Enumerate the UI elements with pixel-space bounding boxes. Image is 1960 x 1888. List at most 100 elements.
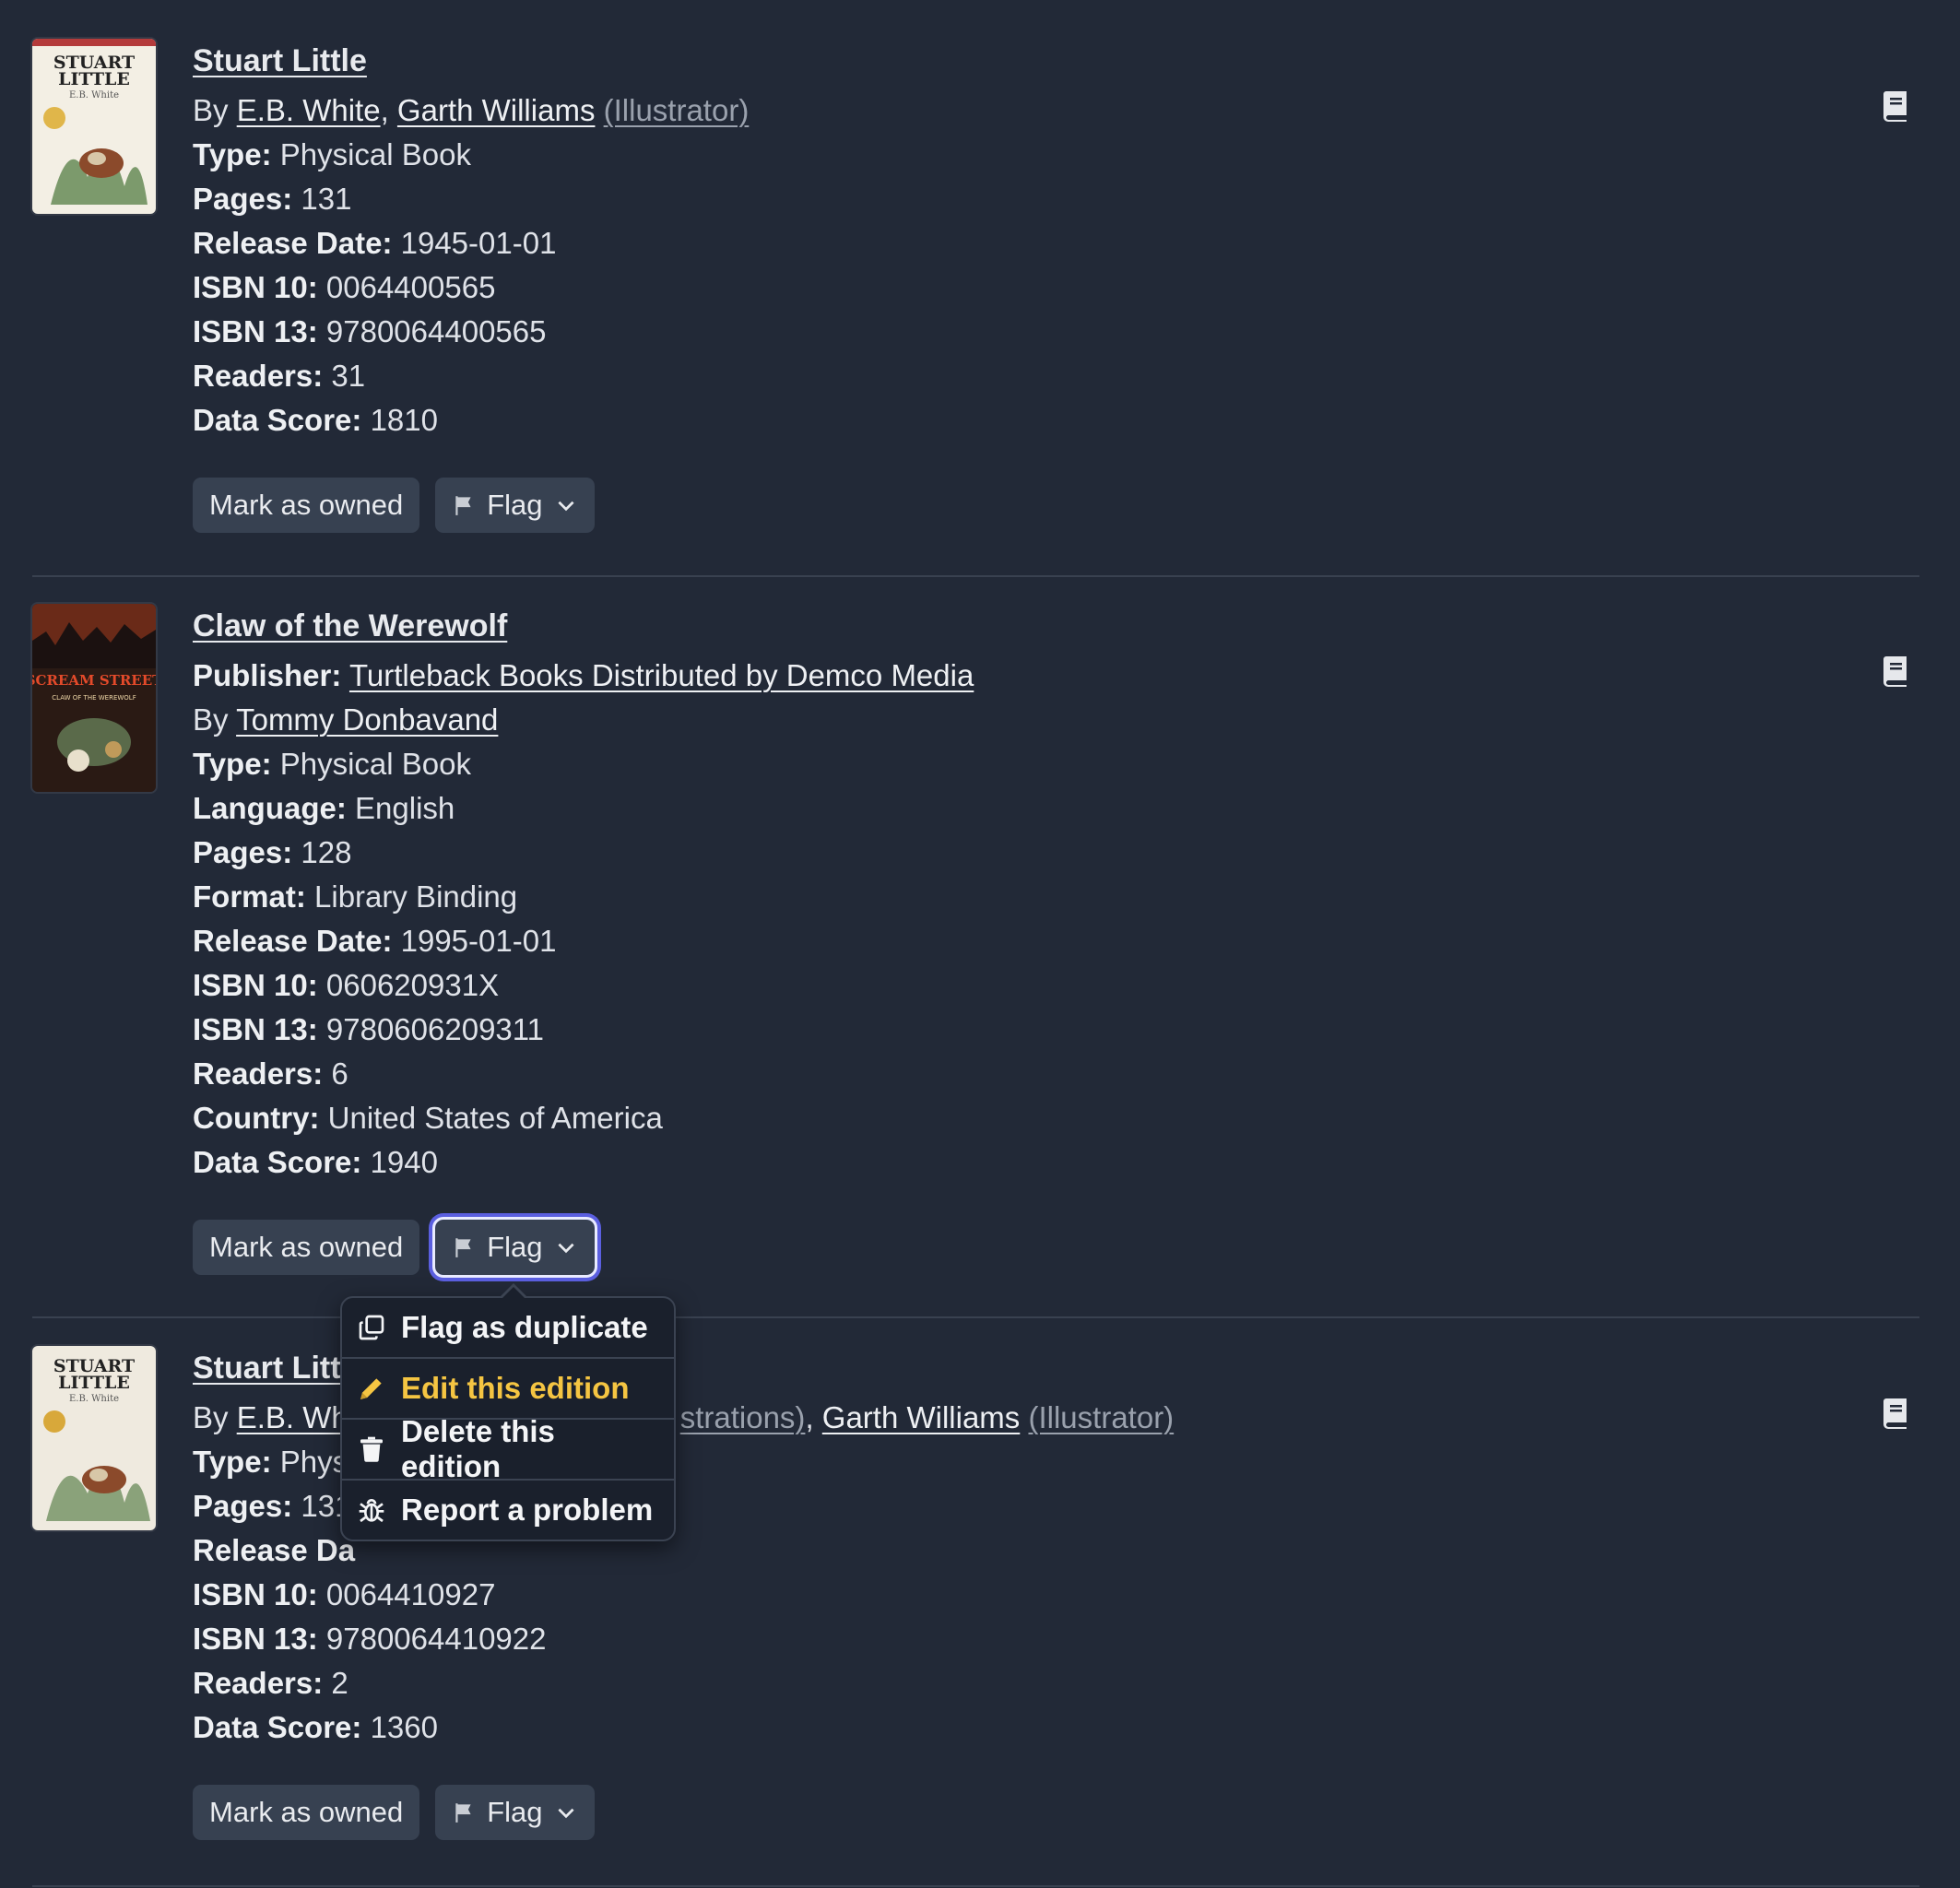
book-icon[interactable]	[1883, 1398, 1910, 1429]
field-value: 1810	[370, 403, 438, 437]
field-row: Readers: 2	[193, 1661, 1919, 1705]
edition-card: SCREAM STREET CLAW OF THE WEREWOLF Claw …	[32, 604, 1919, 1318]
flag-icon	[455, 1803, 471, 1823]
flag-dropdown-button[interactable]: Flag	[432, 1217, 597, 1278]
book-cover[interactable]: STUART LITTLE E.B. White	[32, 39, 156, 214]
flag-dropdown-menu: Flag as duplicate Edit this edition Dele…	[340, 1283, 676, 1541]
authors-row: By E.B. White, Garth Williams (Illustrat…	[193, 88, 1919, 133]
field-row: Pages: 131	[193, 177, 1919, 221]
field-row: ISBN 10: 0064400565	[193, 266, 1919, 310]
cover-image: STUART LITTLE E.B. White	[32, 39, 156, 214]
edition-title-link[interactable]: Stuart Little	[193, 33, 1919, 88]
field-label: Data Score:	[193, 403, 362, 437]
field-value: 1360	[370, 1710, 438, 1744]
mark-owned-label: Mark as owned	[209, 1231, 404, 1263]
menu-item-delete-edition[interactable]: Delete this edition	[342, 1414, 674, 1483]
field-label: Format:	[193, 879, 306, 914]
field-label: Readers:	[193, 359, 324, 393]
duplicate-icon	[359, 1315, 384, 1340]
field-row: ISBN 10: 0064410927	[193, 1573, 1919, 1617]
field-label: ISBN 10:	[193, 968, 318, 1002]
by-label: By	[193, 1400, 229, 1434]
field-label: ISBN 10:	[193, 270, 318, 304]
field-row: Type: Physical Book	[193, 742, 1919, 786]
menu-item-label: Delete this edition	[401, 1414, 555, 1483]
field-value: United States of America	[327, 1101, 663, 1135]
field-label: Type:	[193, 1445, 272, 1479]
chevron-down-icon	[557, 501, 574, 512]
menu-item-label: Flag as duplicate	[401, 1310, 648, 1344]
pencil-icon	[360, 1378, 382, 1399]
field-row: Data Score: 1810	[193, 398, 1919, 442]
field-label: Release Date:	[193, 924, 393, 958]
mark-owned-button[interactable]: Mark as owned	[193, 1220, 420, 1275]
author-link[interactable]: Garth Williams	[397, 93, 596, 127]
svg-text:SCREAM STREET: SCREAM STREET	[32, 672, 156, 689]
svg-text:E.B. White: E.B. White	[69, 90, 119, 100]
field-label: Release Da	[193, 1533, 356, 1567]
svg-text:E.B. White: E.B. White	[69, 1394, 119, 1404]
menu-item-flag-duplicate[interactable]: Flag as duplicate	[342, 1298, 674, 1357]
menu-item-report-problem[interactable]: Report a problem	[342, 1479, 674, 1540]
edition-actions: Mark as owned Flag	[193, 478, 1919, 533]
author-link[interactable]: E.B. White	[237, 93, 381, 127]
bug-icon	[359, 1499, 384, 1523]
field-label: ISBN 13:	[193, 314, 318, 348]
field-label: Type:	[193, 747, 272, 781]
field-row: Format: Library Binding	[193, 875, 1919, 919]
book-cover[interactable]: STUART LITTLE E.B. White	[32, 1346, 156, 1530]
flag-icon	[455, 496, 471, 515]
field-label: Data Score:	[193, 1710, 362, 1744]
field-label: Readers:	[193, 1056, 324, 1091]
field-value: 6	[331, 1056, 348, 1091]
book-icon[interactable]	[1883, 655, 1910, 687]
field-row: ISBN 10: 060620931X	[193, 963, 1919, 1008]
menu-item-label: Report a problem	[401, 1493, 654, 1527]
field-value: English	[355, 791, 455, 825]
edition-actions: Mark as owned Flag	[193, 1785, 1919, 1840]
flag-dropdown-button[interactable]: Flag	[435, 1785, 595, 1840]
menu-item-edit-edition[interactable]: Edit this edition	[342, 1357, 674, 1418]
field-value: Physical Book	[279, 747, 471, 781]
field-value: 131	[301, 182, 352, 216]
author-role: strations)	[679, 1400, 806, 1434]
edition-title-link[interactable]: Claw of the Werewolf	[193, 598, 1919, 654]
field-row: Country: United States of America	[193, 1096, 1919, 1140]
field-row: Readers: 31	[193, 354, 1919, 398]
mark-owned-button[interactable]: Mark as owned	[193, 478, 420, 533]
field-value: 1945-01-01	[400, 226, 557, 260]
mark-owned-label: Mark as owned	[209, 1796, 404, 1828]
publisher-link[interactable]: Turtleback Books Distributed by Demco Me…	[349, 658, 974, 692]
edition-actions: Mark as owned Flag	[193, 1217, 1919, 1278]
field-value: 0064410927	[325, 1577, 496, 1611]
field-label: Pages:	[193, 1489, 293, 1523]
flag-label: Flag	[487, 489, 543, 521]
field-row: ISBN 13: 9780064400565	[193, 310, 1919, 354]
field-row: Data Score: 1360	[193, 1705, 1919, 1750]
svg-text:CLAW OF THE WEREWOLF: CLAW OF THE WEREWOLF	[52, 694, 136, 702]
mark-owned-button[interactable]: Mark as owned	[193, 1785, 420, 1840]
author-link[interactable]: E.B. Wh	[237, 1400, 348, 1434]
field-value: 1995-01-01	[400, 924, 557, 958]
field-label: Data Score:	[193, 1145, 362, 1179]
field-value: 0064400565	[325, 270, 496, 304]
cover-image: STUART LITTLE E.B. White	[32, 1346, 156, 1530]
book-cover[interactable]: SCREAM STREET CLAW OF THE WEREWOLF	[32, 604, 156, 792]
field-label: Country:	[193, 1101, 320, 1135]
field-value: 9780064410922	[325, 1622, 547, 1656]
author-link[interactable]: Tommy Donbavand	[236, 702, 498, 737]
field-row: Pages: 128	[193, 831, 1919, 875]
flag-dropdown-button[interactable]: Flag	[435, 478, 595, 533]
author-link[interactable]: Garth Williams	[822, 1400, 1021, 1434]
author-role: (Illustrator)	[603, 93, 750, 127]
field-row: Data Score: 1940	[193, 1140, 1919, 1185]
by-label: By	[193, 93, 229, 127]
book-icon[interactable]	[1883, 90, 1910, 122]
edition-card: STUART LITTLE E.B. White Stuart Littl By…	[32, 1346, 1919, 1887]
authors-row: By Tommy Donbavand	[193, 698, 1919, 742]
book-icon-graphic	[1883, 656, 1907, 687]
flag-label: Flag	[487, 1796, 543, 1828]
chevron-down-icon	[557, 1243, 574, 1254]
field-value: 31	[331, 359, 366, 393]
flag-label: Flag	[487, 1231, 543, 1263]
